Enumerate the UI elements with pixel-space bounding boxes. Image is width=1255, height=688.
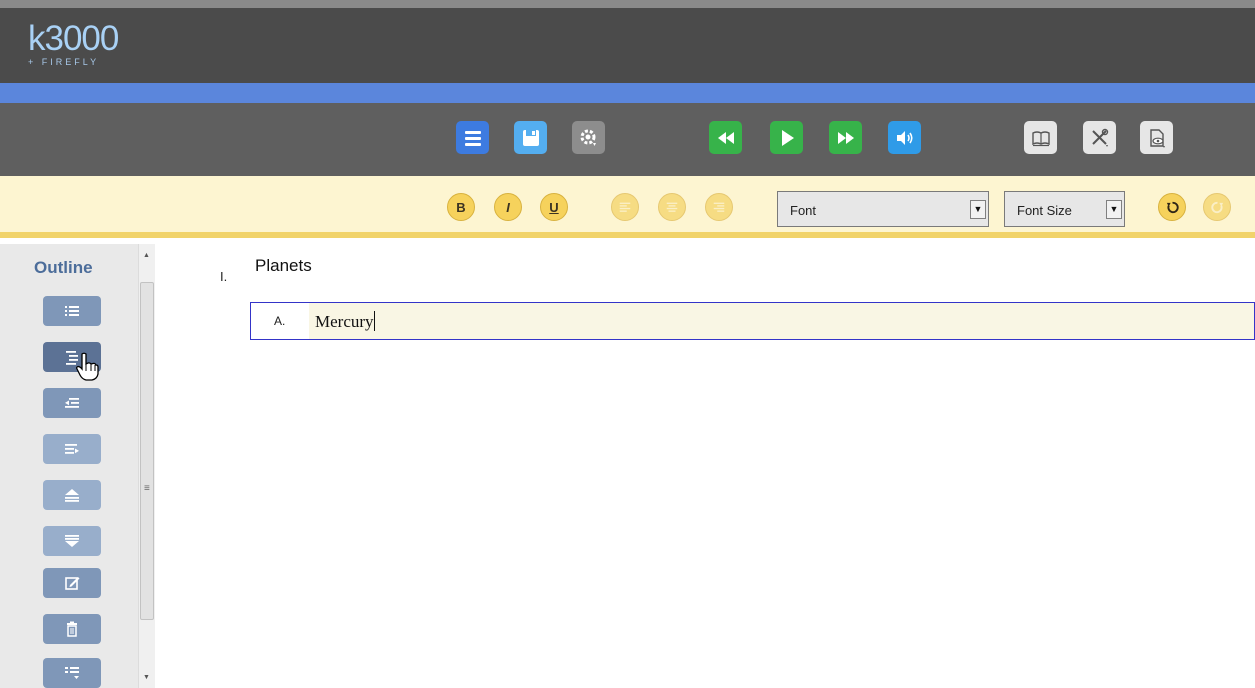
- bold-button[interactable]: B: [447, 193, 475, 221]
- logo-subtext: + FIREFLY: [28, 57, 100, 67]
- menu-button[interactable]: [456, 121, 489, 154]
- scroll-down-icon[interactable]: ▼: [143, 674, 150, 681]
- undo-button[interactable]: [1158, 193, 1186, 221]
- outline-item-text[interactable]: Planets: [255, 256, 312, 276]
- align-center-button[interactable]: [658, 193, 686, 221]
- hand-cursor-icon: [76, 352, 99, 381]
- outline-sidebar: Outline: [0, 244, 138, 688]
- move-down-icon: [65, 535, 79, 547]
- tools-icon: [1091, 128, 1108, 147]
- outline-item-input[interactable]: Mercury: [315, 311, 375, 332]
- outline-title: Outline: [34, 258, 93, 277]
- book-icon: [1031, 130, 1050, 146]
- fast-forward-button[interactable]: [829, 121, 862, 154]
- document-view-button[interactable]: [1140, 121, 1173, 154]
- underline-button[interactable]: U: [540, 193, 568, 221]
- settings-speech-icon: [580, 129, 596, 146]
- scroll-up-icon[interactable]: ▲: [143, 252, 150, 259]
- save-button[interactable]: [514, 121, 547, 154]
- app-header: k3000 + FIREFLY: [0, 0, 1255, 83]
- move-up-icon: [65, 489, 79, 502]
- settings-button[interactable]: [572, 121, 605, 154]
- document-view-icon: [1149, 128, 1165, 148]
- delete-button[interactable]: [43, 614, 101, 644]
- outdent-button[interactable]: [43, 388, 101, 418]
- redo-icon: [1210, 201, 1223, 213]
- align-right-icon: [713, 202, 725, 212]
- main-toolbar: [0, 103, 1255, 176]
- promote-icon: [65, 444, 79, 454]
- menu-icon: [464, 130, 481, 146]
- grip-icon: ≡: [144, 483, 150, 494]
- delete-icon: [67, 621, 77, 637]
- app-logo: k3000 + FIREFLY: [28, 19, 119, 67]
- promote-button[interactable]: [43, 434, 101, 464]
- accent-bar: [0, 83, 1255, 103]
- move-down-button[interactable]: [43, 526, 101, 556]
- speaker-icon: [896, 130, 913, 145]
- align-left-button[interactable]: [611, 193, 639, 221]
- font-size-select-value: Font Size: [1017, 203, 1072, 218]
- align-right-button[interactable]: [705, 193, 733, 221]
- sidebar-scrollbar[interactable]: ▲ ≡ ▼: [138, 244, 155, 688]
- outline-marker: A.: [274, 314, 286, 328]
- play-button[interactable]: [770, 121, 803, 154]
- font-select-value: Font: [790, 203, 817, 218]
- italic-button[interactable]: I: [494, 193, 522, 221]
- font-select[interactable]: Font ▼: [777, 191, 989, 227]
- save-icon: [522, 129, 539, 146]
- undo-icon: [1166, 201, 1179, 213]
- outline-item-row[interactable]: A. Mercury: [250, 302, 1255, 340]
- play-icon: [781, 129, 794, 146]
- outline-item-text: Mercury: [315, 312, 374, 331]
- align-left-icon: [619, 202, 631, 212]
- text-caret: [373, 311, 375, 331]
- logo-text: k3000: [28, 19, 119, 58]
- tools-button[interactable]: [1083, 121, 1116, 154]
- move-up-button[interactable]: [43, 480, 101, 510]
- speaker-button[interactable]: [888, 121, 921, 154]
- align-center-icon: [666, 202, 678, 212]
- redo-button[interactable]: [1203, 193, 1231, 221]
- format-toolbar: B I U Font ▼ Font Size ▼: [0, 176, 1255, 238]
- outline-list-button[interactable]: [43, 296, 101, 326]
- rewind-icon: [717, 131, 734, 144]
- edit-button[interactable]: [43, 568, 101, 598]
- outline-options-icon: [65, 667, 79, 679]
- fast-forward-icon: [837, 131, 854, 144]
- book-button[interactable]: [1024, 121, 1057, 154]
- chevron-down-icon: ▼: [970, 200, 986, 219]
- scroll-thumb[interactable]: ≡: [140, 282, 154, 620]
- outline-document[interactable]: I. Planets A. Mercury: [155, 244, 1255, 688]
- outline-marker: I.: [220, 269, 228, 284]
- font-size-select[interactable]: Font Size ▼: [1004, 191, 1125, 227]
- outline-list-icon: [65, 306, 79, 316]
- outline-options-button[interactable]: [43, 658, 101, 688]
- rewind-button[interactable]: [709, 121, 742, 154]
- edit-icon: [65, 577, 80, 590]
- outdent-icon: [65, 398, 79, 408]
- chevron-down-icon: ▼: [1106, 200, 1122, 219]
- item-edit-area[interactable]: [309, 303, 1254, 339]
